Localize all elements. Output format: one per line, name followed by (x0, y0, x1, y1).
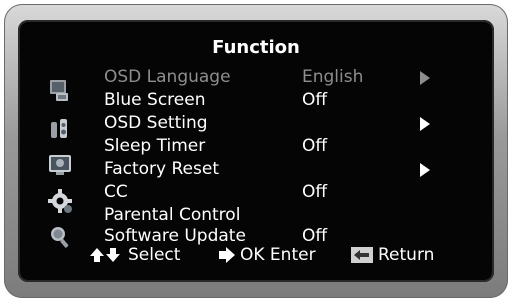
ok-enter-hint: OK Enter (218, 244, 316, 266)
menu-item-value: Off (302, 136, 328, 156)
menu-item-osd-setting[interactable]: OSD Setting (104, 112, 444, 134)
picture-icon[interactable] (46, 78, 76, 104)
return-hint: Return (350, 244, 434, 266)
menu-title: Function (212, 37, 300, 58)
menu-item-sleep-timer[interactable]: Sleep Timer Off (104, 135, 444, 157)
select-hint: Select (88, 244, 180, 266)
menu-item-value: Off (302, 182, 328, 202)
menu-item-label: CC (104, 182, 128, 202)
menu-item-label: Blue Screen (104, 90, 206, 110)
submenu-arrow-icon (420, 71, 430, 85)
sound-icon[interactable] (46, 116, 76, 142)
search-icon[interactable] (46, 224, 76, 250)
menu-item-label: Factory Reset (104, 159, 219, 179)
menu-item-factory-reset[interactable]: Factory Reset (104, 158, 444, 180)
submenu-arrow-icon (420, 163, 430, 177)
category-icon-column (46, 78, 82, 258)
menu-item-value: English (302, 67, 364, 87)
right-arrow-icon (219, 247, 235, 263)
channel-icon[interactable] (46, 152, 76, 178)
menu-item-label: OSD Language (104, 67, 231, 87)
key-hint-bar: Select OK Enter Return (88, 244, 468, 266)
menu-item-value: Off (302, 90, 328, 110)
menu-item-label: Parental Control (104, 205, 241, 225)
menu-item-parental-control[interactable]: Parental Control (104, 204, 444, 226)
menu-item-label: OSD Setting (104, 113, 208, 133)
return-hint-label: Return (378, 245, 435, 265)
up-down-arrows-icon (90, 248, 120, 262)
submenu-arrow-icon (420, 117, 430, 131)
menu-item-blue-screen[interactable]: Blue Screen Off (104, 89, 444, 111)
ok-enter-hint-label: OK Enter (240, 245, 316, 265)
return-key-icon (351, 247, 373, 263)
menu-item-cc[interactable]: CC Off (104, 181, 444, 203)
menu-item-label: Sleep Timer (104, 136, 206, 156)
function-gear-icon[interactable] (46, 188, 76, 214)
menu-item-osd-language[interactable]: OSD Language English (104, 66, 444, 88)
select-hint-label: Select (128, 245, 181, 265)
